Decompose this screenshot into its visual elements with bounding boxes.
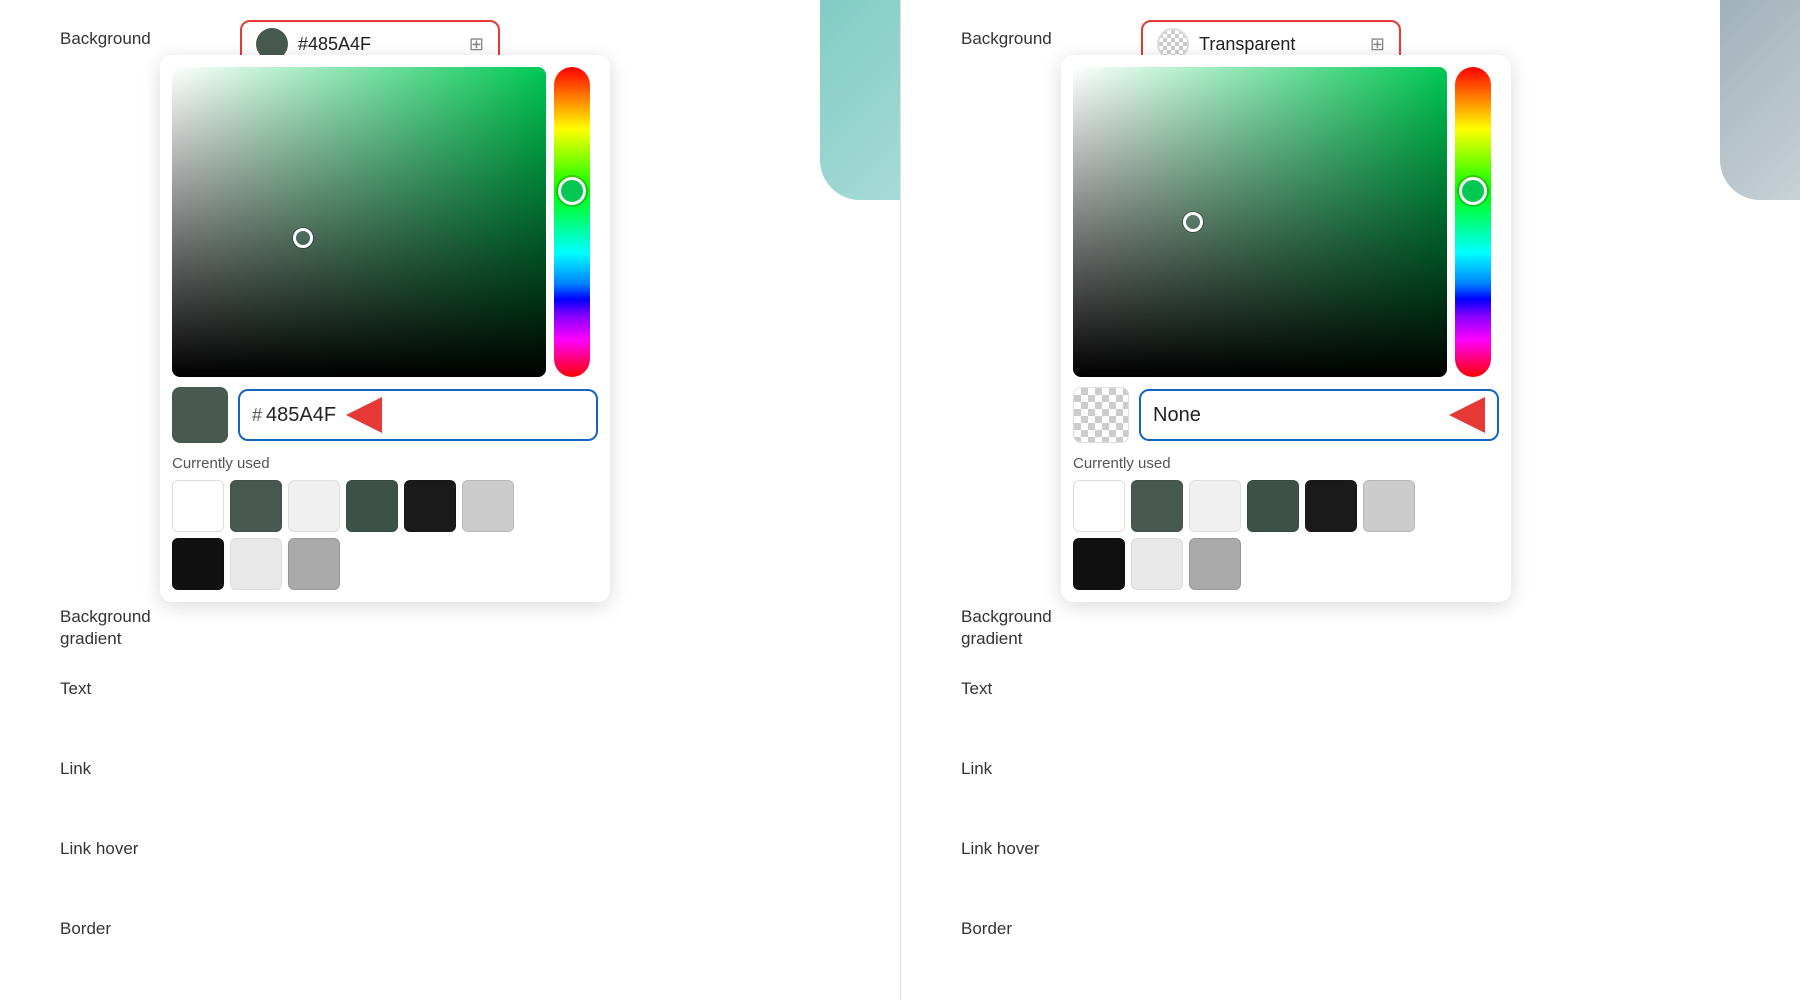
border-row-right: Border <box>961 910 1800 940</box>
red-arrow-right <box>1449 397 1485 433</box>
border-label-left: Border <box>60 910 240 940</box>
swatch-vlightgray-left[interactable] <box>230 538 282 590</box>
block-title-row-right: Block title <box>961 991 1800 1000</box>
right-color-picker-popup[interactable]: None Currently used <box>1061 55 1511 602</box>
link-hover-row-right: Link hover <box>961 830 1800 860</box>
swatches-row1-left <box>172 480 598 532</box>
gradient-inner <box>172 67 546 377</box>
picker-cursor-left[interactable] <box>293 228 313 248</box>
left-panel: Background #485A4F ⊞ # <box>0 0 900 1000</box>
text-row-right: Text <box>961 670 1800 700</box>
swatch-white-left[interactable] <box>172 480 224 532</box>
swatch-medgreen-right[interactable] <box>1247 480 1299 532</box>
hex-value-left[interactable]: 485A4F <box>266 404 336 427</box>
text-row-left: Text <box>60 670 900 700</box>
hue-cursor-right <box>1459 177 1487 205</box>
link-hover-label-left: Link hover <box>60 830 240 860</box>
swatch-darkgreen-right[interactable] <box>1131 480 1183 532</box>
link-row-right: Link <box>961 750 1800 780</box>
link-row-left: Link <box>60 750 900 780</box>
hex-swatch-left <box>172 387 228 443</box>
swatches-row2-right <box>1073 538 1499 590</box>
background-value-right: Transparent <box>1199 34 1360 55</box>
background-gradient-row-right: Background gradient <box>961 598 1800 650</box>
bg-gradient-label-right: Background gradient <box>961 598 1141 650</box>
swatch-lightgray-left[interactable] <box>288 480 340 532</box>
block-title-label-right: Block title <box>961 991 1141 1000</box>
gradient-dark <box>172 67 546 377</box>
link-label-right: Link <box>961 750 1141 780</box>
checker-swatch-right <box>1073 387 1129 443</box>
link-label-left: Link <box>60 750 240 780</box>
database-icon-right: ⊞ <box>1370 34 1385 55</box>
swatch-nearblack-left[interactable] <box>172 538 224 590</box>
hue-strip-right[interactable] <box>1455 67 1491 377</box>
gradient-inner-right <box>1073 67 1447 377</box>
swatch-white-right[interactable] <box>1073 480 1125 532</box>
swatch-gray-left[interactable] <box>462 480 514 532</box>
hue-strip-left[interactable] <box>554 67 590 377</box>
hex-row-left: # 485A4F <box>172 387 598 443</box>
swatch-black-right[interactable] <box>1305 480 1357 532</box>
currently-used-label-right: Currently used <box>1073 455 1499 472</box>
swatch-gray-right[interactable] <box>1363 480 1415 532</box>
currently-used-label-left: Currently used <box>172 455 598 472</box>
swatch-medgray-right[interactable] <box>1189 538 1241 590</box>
swatches-row1-right <box>1073 480 1499 532</box>
swatch-medgreen-left[interactable] <box>346 480 398 532</box>
picker-gradient-row-right <box>1073 67 1499 377</box>
gradient-canvas-left[interactable] <box>172 67 546 377</box>
swatch-medgray-left[interactable] <box>288 538 340 590</box>
swatch-vlightgray-right[interactable] <box>1131 538 1183 590</box>
hue-strip-container-left[interactable] <box>554 67 598 377</box>
hex-input-left[interactable]: # 485A4F <box>238 389 598 441</box>
background-color-value: #485A4F <box>298 34 459 55</box>
text-label-left: Text <box>60 670 240 700</box>
gradient-canvas-right[interactable] <box>1073 67 1447 377</box>
picker-gradient-row <box>172 67 598 377</box>
none-value-right[interactable]: None <box>1153 404 1201 427</box>
none-input-right[interactable]: None <box>1139 389 1499 441</box>
picker-cursor-right[interactable] <box>1183 212 1203 232</box>
background-label-right: Background <box>961 20 1141 50</box>
bg-gradient-label-left: Background gradient <box>60 598 240 650</box>
red-arrow-left <box>346 397 382 433</box>
swatch-nearblack-right[interactable] <box>1073 538 1125 590</box>
text-label-right: Text <box>961 670 1141 700</box>
swatch-lightgray-right[interactable] <box>1189 480 1241 532</box>
hex-hash-left: # <box>252 405 262 426</box>
swatch-darkgreen-left[interactable] <box>230 480 282 532</box>
swatch-black-left[interactable] <box>404 480 456 532</box>
link-hover-label-right: Link hover <box>961 830 1141 860</box>
background-label: Background <box>60 20 240 50</box>
hue-cursor-left <box>558 177 586 205</box>
gradient-dark-right <box>1073 67 1447 377</box>
border-row-left: Border <box>60 910 900 940</box>
none-row-right: None <box>1073 387 1499 443</box>
hue-strip-container-right[interactable] <box>1455 67 1499 377</box>
border-label-right: Border <box>961 910 1141 940</box>
swatches-row2-left <box>172 538 598 590</box>
database-icon: ⊞ <box>469 34 484 55</box>
link-hover-row-left: Link hover <box>60 830 900 860</box>
background-gradient-row-left: Background gradient <box>60 598 900 650</box>
left-color-picker-popup[interactable]: # 485A4F Currently used <box>160 55 610 602</box>
right-panel: Background Transparent ⊞ N <box>900 0 1800 1000</box>
